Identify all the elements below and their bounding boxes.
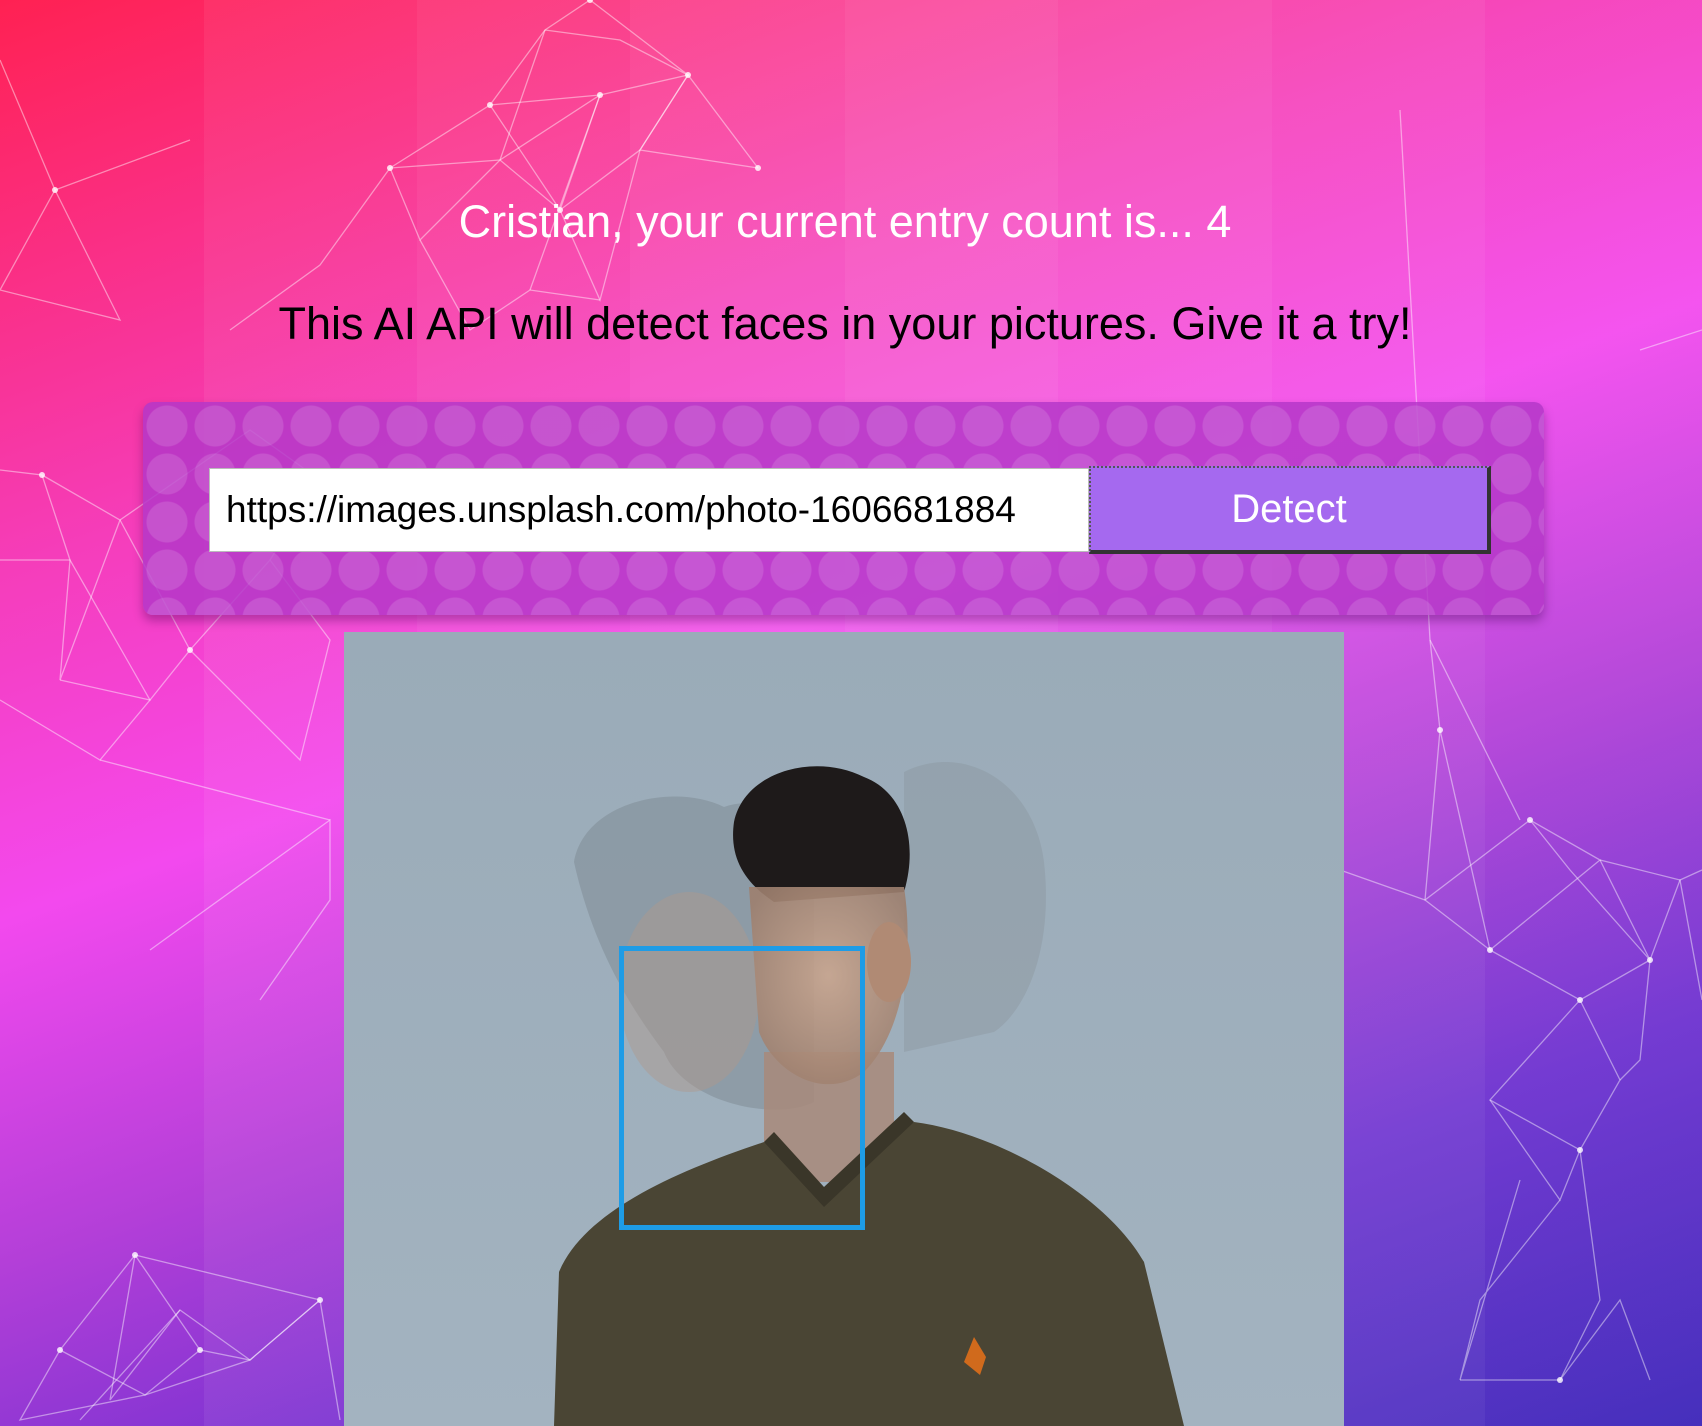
app-tagline: This AI API will detect faces in your pi… <box>278 298 1412 349</box>
face-recognition-image <box>344 632 1344 1426</box>
entry-count-text: Cristian, your current entry count is...… <box>458 196 1232 247</box>
app-root: Cristian, your current entry count is...… <box>0 0 1702 1426</box>
image-link-form: Detect <box>143 402 1544 615</box>
detect-button[interactable]: Detect <box>1089 466 1491 554</box>
image-url-input[interactable] <box>209 468 1089 552</box>
face-bounding-box <box>619 946 865 1230</box>
